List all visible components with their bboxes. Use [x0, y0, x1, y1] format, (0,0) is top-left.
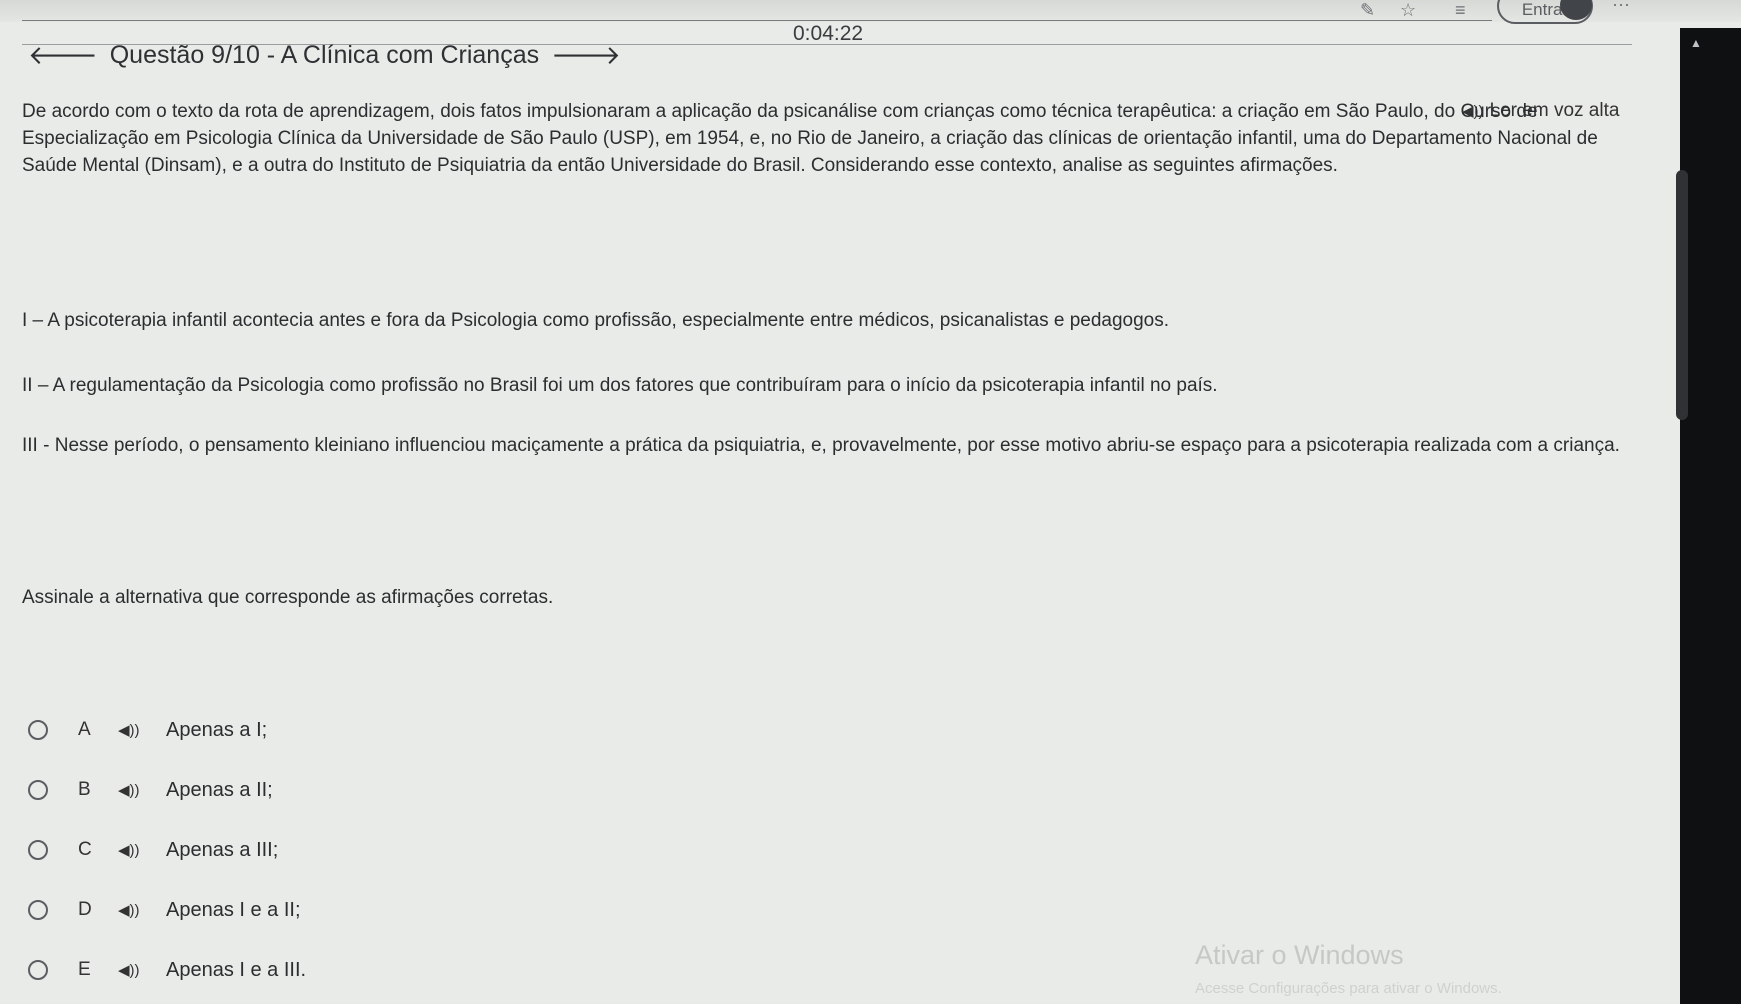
- speaker-icon[interactable]: ◀)): [118, 961, 166, 979]
- statement-2: II – A regulamentação da Psicologia como…: [22, 375, 1218, 396]
- question-title: Questão 9/10 - A Clínica com Crianças: [109, 41, 540, 69]
- option-letter: A: [78, 719, 91, 740]
- speaker-icon[interactable]: ◀)): [118, 841, 166, 859]
- star-icon[interactable]: ☆: [1400, 0, 1416, 21]
- more-menu-icon[interactable]: ···: [1612, 0, 1630, 15]
- radio-button[interactable]: [28, 780, 48, 800]
- timer: 0:04:22: [793, 22, 864, 45]
- option-letter: E: [78, 959, 91, 980]
- statement-3: III - Nesse período, o pensamento kleini…: [22, 435, 1620, 456]
- question-header: 🡐 Questão 9/10 - A Clínica com Crianças …: [28, 40, 633, 71]
- browser-top-strip: [0, 0, 1741, 22]
- answer-options: A ◀)) Apenas a I; B ◀)) Apenas a II; C ◀…: [28, 700, 306, 1000]
- statement-1: I – A psicoterapia infantil acontecia an…: [22, 310, 1170, 331]
- radio-button[interactable]: [28, 900, 48, 920]
- radio-button[interactable]: [28, 960, 48, 980]
- option-a[interactable]: A ◀)) Apenas a I;: [28, 700, 306, 760]
- option-text: Apenas a III;: [166, 838, 279, 861]
- option-text: Apenas I e a III.: [166, 958, 307, 981]
- windows-activation-subtitle: Acesse Configurações para ativar o Windo…: [1195, 980, 1502, 997]
- option-letter: B: [78, 779, 91, 800]
- scrollbar-track[interactable]: [1680, 28, 1741, 1004]
- option-letter: D: [78, 899, 92, 920]
- caret-up-icon[interactable]: ▲: [1690, 36, 1702, 50]
- option-text: Apenas a II;: [166, 778, 273, 801]
- arrow-right-icon[interactable]: 🡒: [551, 40, 621, 71]
- option-e[interactable]: E ◀)) Apenas I e a III.: [28, 940, 306, 1000]
- radio-button[interactable]: [28, 720, 48, 740]
- speaker-icon[interactable]: ◀)): [118, 781, 166, 799]
- option-text: Apenas I e a II;: [166, 898, 301, 921]
- favorites-icon[interactable]: ≡: [1455, 0, 1466, 21]
- pen-icon[interactable]: ✎: [1360, 0, 1375, 21]
- scrollbar-thumb[interactable]: [1676, 170, 1688, 420]
- option-text: Apenas a I;: [166, 718, 268, 741]
- speaker-icon[interactable]: ◀)): [118, 901, 166, 919]
- question-intro: De acordo com o texto da rota de aprendi…: [22, 101, 1598, 176]
- speaker-icon[interactable]: ◀)): [118, 721, 166, 739]
- radio-button[interactable]: [28, 840, 48, 860]
- option-c[interactable]: C ◀)) Apenas a III;: [28, 820, 306, 880]
- option-b[interactable]: B ◀)) Apenas a II;: [28, 760, 306, 820]
- question-prompt: Assinale a alternativa que corresponde a…: [22, 587, 554, 608]
- option-letter: C: [78, 839, 92, 860]
- arrow-left-icon[interactable]: 🡐: [28, 40, 98, 71]
- divider: [22, 20, 1492, 21]
- windows-activation-watermark: Ativar o Windows: [1195, 940, 1404, 970]
- option-d[interactable]: D ◀)) Apenas I e a II;: [28, 880, 306, 940]
